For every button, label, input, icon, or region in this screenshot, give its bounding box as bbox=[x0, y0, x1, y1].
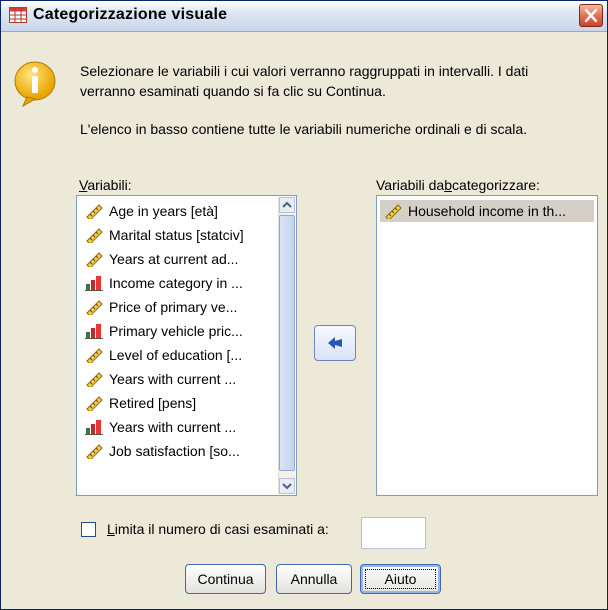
target-list-item[interactable]: Household income in th... bbox=[380, 200, 594, 222]
scale-ruler-icon bbox=[85, 203, 103, 221]
scale-ruler-icon bbox=[85, 227, 103, 245]
target-list-item-label: Household income in th... bbox=[408, 203, 566, 219]
info-icon bbox=[14, 61, 56, 107]
scale-ruler-icon bbox=[384, 203, 402, 221]
scale-ruler-icon bbox=[85, 395, 103, 413]
variable-list-item-label: Marital status [statciv] bbox=[109, 227, 244, 243]
variable-list-item-label: Years with current ... bbox=[109, 419, 237, 435]
variable-list-item-label: Price of primary ve... bbox=[109, 299, 238, 315]
help-button-label: Aiuto bbox=[384, 571, 417, 587]
info-text-line2: verranno esaminati quando si fa clic su … bbox=[80, 83, 386, 99]
variables-scrollbar[interactable] bbox=[278, 197, 295, 494]
variable-list-item-label: Retired [pens] bbox=[109, 395, 197, 411]
scroll-thumb[interactable] bbox=[279, 215, 295, 471]
arrow-left-icon bbox=[328, 337, 342, 349]
scale-ruler-icon bbox=[85, 443, 103, 461]
variable-list-item-label: Level of education [... bbox=[109, 347, 243, 363]
scroll-down-button[interactable] bbox=[279, 478, 295, 494]
target-variables-label: Variabili dabcategorizzare: bbox=[376, 177, 540, 193]
target-variables-listbox[interactable]: Household income in th... bbox=[376, 195, 598, 496]
continue-button[interactable]: Continua bbox=[185, 564, 266, 594]
close-icon bbox=[584, 8, 598, 23]
scale-ruler-icon bbox=[85, 347, 103, 365]
limit-cases-checkbox[interactable] bbox=[81, 522, 96, 537]
move-variable-button[interactable] bbox=[314, 325, 356, 361]
dialog-window: Categorizzazione visuale Selezionare le … bbox=[0, 0, 608, 610]
ordinal-bars-icon bbox=[85, 275, 103, 291]
variables-listbox[interactable]: Age in years [età] Marital status [statci… bbox=[76, 195, 297, 496]
close-button[interactable] bbox=[579, 4, 603, 27]
ordinal-bars-icon bbox=[85, 419, 103, 435]
info-text-line1: Selezionare le variabili i cui valori ve… bbox=[80, 63, 529, 79]
dialog-title: Categorizzazione visuale bbox=[33, 6, 228, 23]
limit-cases-input[interactable] bbox=[361, 517, 426, 549]
scale-ruler-icon bbox=[85, 251, 103, 269]
scale-ruler-icon bbox=[85, 371, 103, 389]
scale-ruler-icon bbox=[85, 299, 103, 317]
variable-list-item-label: Years at current ad... bbox=[109, 251, 239, 267]
help-button[interactable]: Aiuto bbox=[360, 564, 441, 594]
variable-list-item-label: Income category in ... bbox=[109, 275, 243, 291]
variable-list-item-label: Primary vehicle pric... bbox=[109, 323, 243, 339]
grid-table-icon bbox=[9, 7, 27, 23]
chevron-up-icon bbox=[282, 201, 292, 208]
title-bar: Categorizzazione visuale bbox=[1, 1, 607, 32]
scroll-up-button[interactable] bbox=[279, 197, 295, 213]
ordinal-bars-icon bbox=[85, 323, 103, 339]
chevron-down-icon bbox=[282, 483, 292, 490]
variable-list-item-label: Age in years [età] bbox=[109, 203, 218, 219]
variable-list-item-label: Years with current ... bbox=[109, 371, 237, 387]
info-text-line3: L'elenco in basso contiene tutte le vari… bbox=[80, 121, 528, 137]
limit-cases-label: Limita il numero di casi esaminati a: bbox=[107, 521, 329, 537]
variables-label: Variabili: bbox=[79, 177, 132, 193]
cancel-button[interactable]: Annulla bbox=[276, 564, 352, 594]
variable-list-item-label: Job satisfaction [so... bbox=[109, 443, 240, 459]
